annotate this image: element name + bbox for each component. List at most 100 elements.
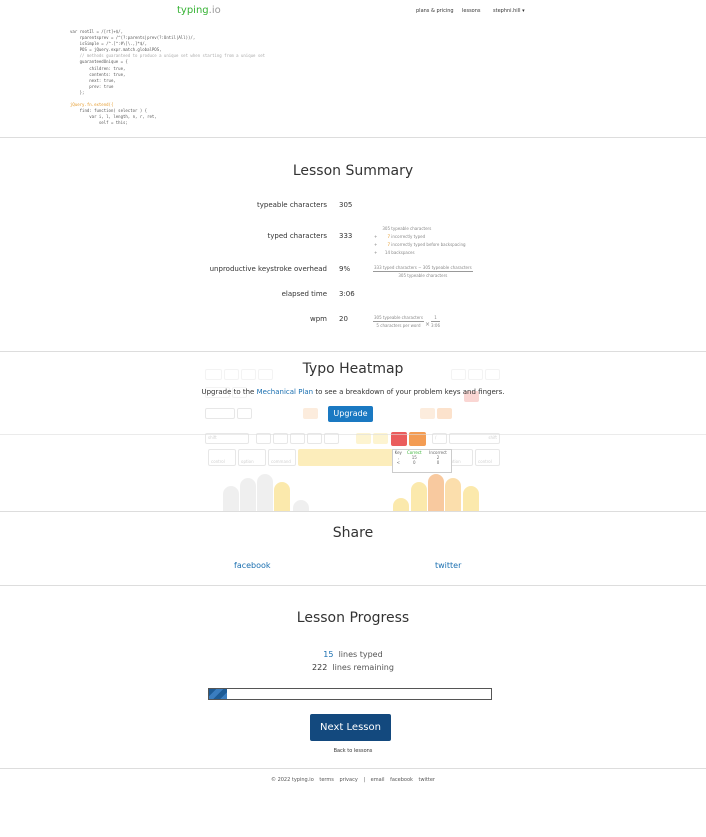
- finger: [223, 486, 239, 512]
- code-line: rparentsprev = /^(?:parents|prev(?:Until…: [70, 35, 196, 41]
- summary-label: unproductive keystroke overhead: [209, 265, 327, 273]
- key-heat: [303, 408, 318, 419]
- summary-label: wpm: [310, 315, 327, 323]
- formula-denominator: 5 characters per word: [376, 323, 421, 328]
- lines-typed: 15 lines typed: [323, 650, 383, 659]
- back-to-lessons-link[interactable]: Back to lessons: [0, 748, 706, 754]
- code-line: find: function( selector ) {: [70, 108, 148, 114]
- breakdown-row: 305 typeable characters: [382, 226, 432, 231]
- code-line: children: true,: [70, 65, 126, 71]
- code-line: var rootIl = /[rt]+$/,: [70, 29, 123, 34]
- nav-lessons[interactable]: lessons: [462, 8, 481, 14]
- heatmap-title: Typo Heatmap: [302, 361, 404, 377]
- divider: [0, 585, 706, 586]
- summary-title: Lesson Summary: [292, 163, 414, 179]
- wpm-formula-2: 1 3:06: [431, 315, 440, 328]
- summary-label: typeable characters: [256, 201, 327, 209]
- key-tooltip: Key Correct Incorrect , 15 2 < 0 0: [392, 449, 452, 473]
- share-facebook-link[interactable]: facebook: [234, 561, 271, 570]
- key-heat: [420, 408, 435, 419]
- code-line: POS = jQuery.expr.match.globalPOS,: [70, 47, 162, 53]
- footer-facebook-link[interactable]: facebook: [390, 777, 413, 783]
- wpm-formula: 305 typeable characters 5 characters per…: [373, 315, 424, 328]
- summary-value: 333: [339, 232, 353, 240]
- summary-value: 9%: [339, 265, 351, 273]
- typed-breakdown: 305 typeable characters +7 incorrectly t…: [374, 226, 466, 255]
- finger: [428, 474, 444, 512]
- next-lesson-button[interactable]: Next Lesson: [310, 714, 391, 741]
- key-heat: [437, 408, 452, 419]
- key-control: control: [208, 449, 236, 466]
- key: [205, 408, 235, 419]
- tooltip-cell: 0: [413, 460, 416, 465]
- tooltip-cell: 0: [436, 460, 440, 465]
- code-line: self = this;: [70, 120, 128, 126]
- lines-remaining: 222 lines remaining: [312, 663, 394, 672]
- divider: [0, 434, 706, 435]
- progress-fill: [209, 689, 227, 699]
- divider: [0, 511, 706, 512]
- code-line: };: [70, 89, 85, 95]
- upgrade-button[interactable]: Upgrade: [328, 406, 373, 422]
- upgrade-message: Upgrade to the Mechanical Plan to see a …: [201, 388, 505, 396]
- footer-email-link[interactable]: email: [371, 777, 385, 783]
- footer-twitter-link[interactable]: twitter: [419, 777, 436, 783]
- divider: [0, 137, 706, 138]
- finger: [463, 486, 479, 512]
- key-control-right: control: [475, 449, 500, 466]
- times-sign: ×: [425, 321, 431, 328]
- summary-value: 3:06: [339, 290, 355, 298]
- user-name: stephni.hill: [493, 8, 521, 14]
- progress-bar: [208, 688, 492, 700]
- breakdown-row: +7 incorrectly typed before backspacing: [374, 242, 466, 247]
- code-line: isSimple = /^.[^:#\[\.,]*$/,: [70, 41, 148, 47]
- nav-plans-pricing[interactable]: plans & pricing: [416, 8, 454, 14]
- code-comment: // methods guaranteed to produce a uniqu…: [70, 53, 266, 59]
- overhead-formula: 333 typed characters − 305 typeable char…: [373, 265, 473, 278]
- summary-label: elapsed time: [281, 290, 327, 298]
- divider: [0, 768, 706, 769]
- code-preview: var rootIl = /[rt]+$/, rparentsprev = /^…: [70, 29, 265, 127]
- code-line: jQuery.fn.extend({: [70, 102, 114, 108]
- summary-value: 20: [339, 315, 348, 323]
- share-title: Share: [332, 525, 374, 541]
- footer: © 2022 typing.io terms privacy | email f…: [0, 777, 706, 783]
- formula-numerator: 333 typed characters − 305 typeable char…: [373, 265, 473, 272]
- code-line: guaranteedUnique = {: [70, 59, 128, 65]
- logo-tld: .io: [208, 5, 221, 16]
- footer-privacy-link[interactable]: privacy: [339, 777, 357, 783]
- share-twitter-link[interactable]: twitter: [435, 561, 461, 570]
- finger: [240, 478, 256, 512]
- progress-title: Lesson Progress: [296, 610, 410, 626]
- formula-numerator: 305 typeable characters: [373, 315, 424, 322]
- footer-copyright: © 2022 typing.io: [270, 777, 314, 783]
- finger: [393, 498, 409, 512]
- key-space: [298, 449, 393, 466]
- formula-numerator: 1: [431, 315, 440, 322]
- tooltip-cell: <: [396, 460, 400, 465]
- footer-terms-link[interactable]: terms: [319, 777, 333, 783]
- breakdown-row: +7 incorrectly typed: [374, 234, 426, 239]
- divider: [0, 351, 706, 352]
- finger: [445, 478, 461, 512]
- summary-label: typed characters: [267, 232, 327, 240]
- key-option: option: [238, 449, 266, 466]
- mechanical-plan-link[interactable]: Mechanical Plan: [257, 388, 314, 396]
- user-menu[interactable]: stephni.hill ▾: [493, 8, 525, 14]
- formula-denominator: 3:06: [431, 323, 440, 328]
- code-line: prev: true: [70, 83, 114, 89]
- logo[interactable]: typing.io: [177, 5, 221, 16]
- finger: [257, 474, 273, 512]
- breakdown-row: +14 backspaces: [374, 250, 415, 255]
- code-line: contents: true,: [70, 71, 126, 77]
- summary-value: 305: [339, 201, 353, 209]
- footer-separator: |: [363, 777, 366, 783]
- key-command: command: [268, 449, 296, 466]
- formula-denominator: 305 typeable characters: [398, 273, 448, 278]
- top-nav: typing.io plans & pricing lessons stephn…: [0, 0, 706, 22]
- finger: [411, 482, 427, 512]
- code-line: var i, l, length, n, r, ret,: [70, 114, 157, 120]
- code-line: next: true,: [70, 77, 116, 83]
- logo-text: typing: [177, 5, 209, 16]
- finger: [274, 482, 290, 512]
